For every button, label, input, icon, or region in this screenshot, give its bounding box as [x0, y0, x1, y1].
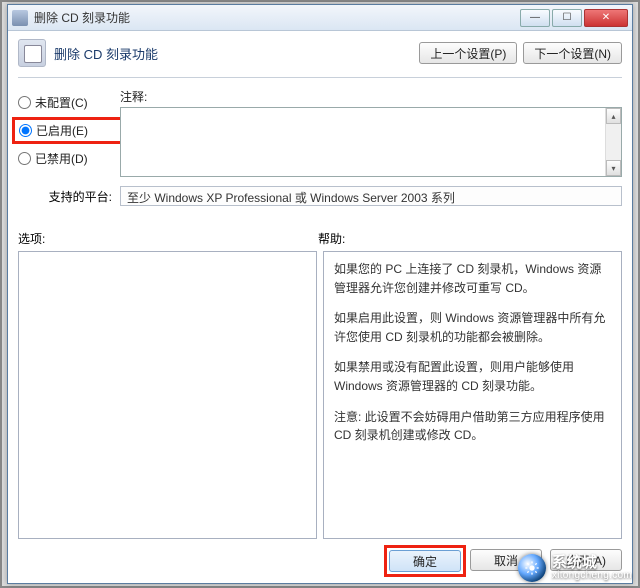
cancel-button[interactable]: 取消: [470, 549, 542, 571]
minimize-button[interactable]: —: [520, 9, 550, 27]
window-title: 删除 CD 刻录功能: [34, 9, 518, 26]
radio-disabled-input[interactable]: [18, 152, 31, 165]
section-labels: 选项: 帮助:: [18, 230, 622, 247]
help-p3: 如果禁用或没有配置此设置，则用户能够使用 Windows 资源管理器的 CD 刻…: [334, 358, 611, 395]
window-icon: [12, 10, 28, 26]
comment-textarea[interactable]: [120, 107, 622, 177]
next-setting-button[interactable]: 下一个设置(N): [523, 42, 622, 64]
help-pane: 如果您的 PC 上连接了 CD 刻录机，Windows 资源管理器允许您创建并修…: [323, 251, 622, 539]
options-pane: [18, 251, 317, 539]
help-label: 帮助:: [318, 230, 345, 247]
comment-label: 注释:: [120, 88, 622, 105]
titlebar: 删除 CD 刻录功能 — ☐ ✕: [8, 5, 632, 31]
dialog-window: 删除 CD 刻录功能 — ☐ ✕ 删除 CD 刻录功能 上一个设置(P) 下一个…: [7, 4, 633, 584]
radio-not-configured-label: 未配置(C): [35, 94, 88, 111]
platform-label: 支持的平台:: [18, 188, 120, 205]
prev-setting-button[interactable]: 上一个设置(P): [419, 42, 517, 64]
highlight-ok: 确定: [384, 545, 466, 577]
help-p1: 如果您的 PC 上连接了 CD 刻录机，Windows 资源管理器允许您创建并修…: [334, 260, 611, 297]
radio-enabled[interactable]: 已启用(E): [19, 122, 119, 139]
close-button[interactable]: ✕: [584, 9, 628, 27]
radio-disabled[interactable]: 已禁用(D): [18, 150, 120, 167]
window-buttons: — ☐ ✕: [518, 9, 628, 27]
policy-icon: [18, 39, 46, 67]
radio-not-configured[interactable]: 未配置(C): [18, 94, 120, 111]
state-radios: 未配置(C) 已启用(E) 已禁用(D): [18, 88, 120, 180]
help-p2: 如果启用此设置，则 Windows 资源管理器中所有允许您使用 CD 刻录机的功…: [334, 309, 611, 346]
platform-value: 至少 Windows XP Professional 或 Windows Ser…: [120, 186, 622, 206]
apply-button[interactable]: 应用(A): [550, 549, 622, 571]
maximize-button[interactable]: ☐: [552, 9, 582, 27]
policy-title: 删除 CD 刻录功能: [54, 44, 419, 63]
radio-enabled-label: 已启用(E): [36, 122, 88, 139]
comment-wrap: ▴ ▾: [120, 107, 622, 180]
comment-scrollbar[interactable]: ▴ ▾: [605, 108, 621, 176]
comment-column: 注释: ▴ ▾: [120, 88, 622, 180]
footer: 确定 取消 应用(A): [18, 539, 622, 573]
radio-enabled-input[interactable]: [19, 124, 32, 137]
ok-button[interactable]: 确定: [389, 550, 461, 572]
help-p4: 注意: 此设置不会妨碍用户借助第三方应用程序使用 CD 刻录机创建或修改 CD。: [334, 408, 611, 445]
panes: 如果您的 PC 上连接了 CD 刻录机，Windows 资源管理器允许您创建并修…: [18, 251, 622, 539]
radio-not-configured-input[interactable]: [18, 96, 31, 109]
outer-frame: 删除 CD 刻录功能 — ☐ ✕ 删除 CD 刻录功能 上一个设置(P) 下一个…: [0, 0, 640, 588]
platform-row: 支持的平台: 至少 Windows XP Professional 或 Wind…: [18, 186, 622, 206]
config-row: 未配置(C) 已启用(E) 已禁用(D) 注释:: [18, 88, 622, 180]
nav-buttons: 上一个设置(P) 下一个设置(N): [419, 42, 622, 64]
content-area: 删除 CD 刻录功能 上一个设置(P) 下一个设置(N) 未配置(C): [8, 31, 632, 583]
options-label: 选项:: [18, 230, 318, 247]
scroll-up-icon[interactable]: ▴: [606, 108, 621, 124]
scroll-down-icon[interactable]: ▾: [606, 160, 621, 176]
header-row: 删除 CD 刻录功能 上一个设置(P) 下一个设置(N): [18, 39, 622, 67]
highlight-enabled: 已启用(E): [12, 117, 126, 144]
radio-disabled-label: 已禁用(D): [35, 150, 88, 167]
divider: [18, 77, 622, 78]
